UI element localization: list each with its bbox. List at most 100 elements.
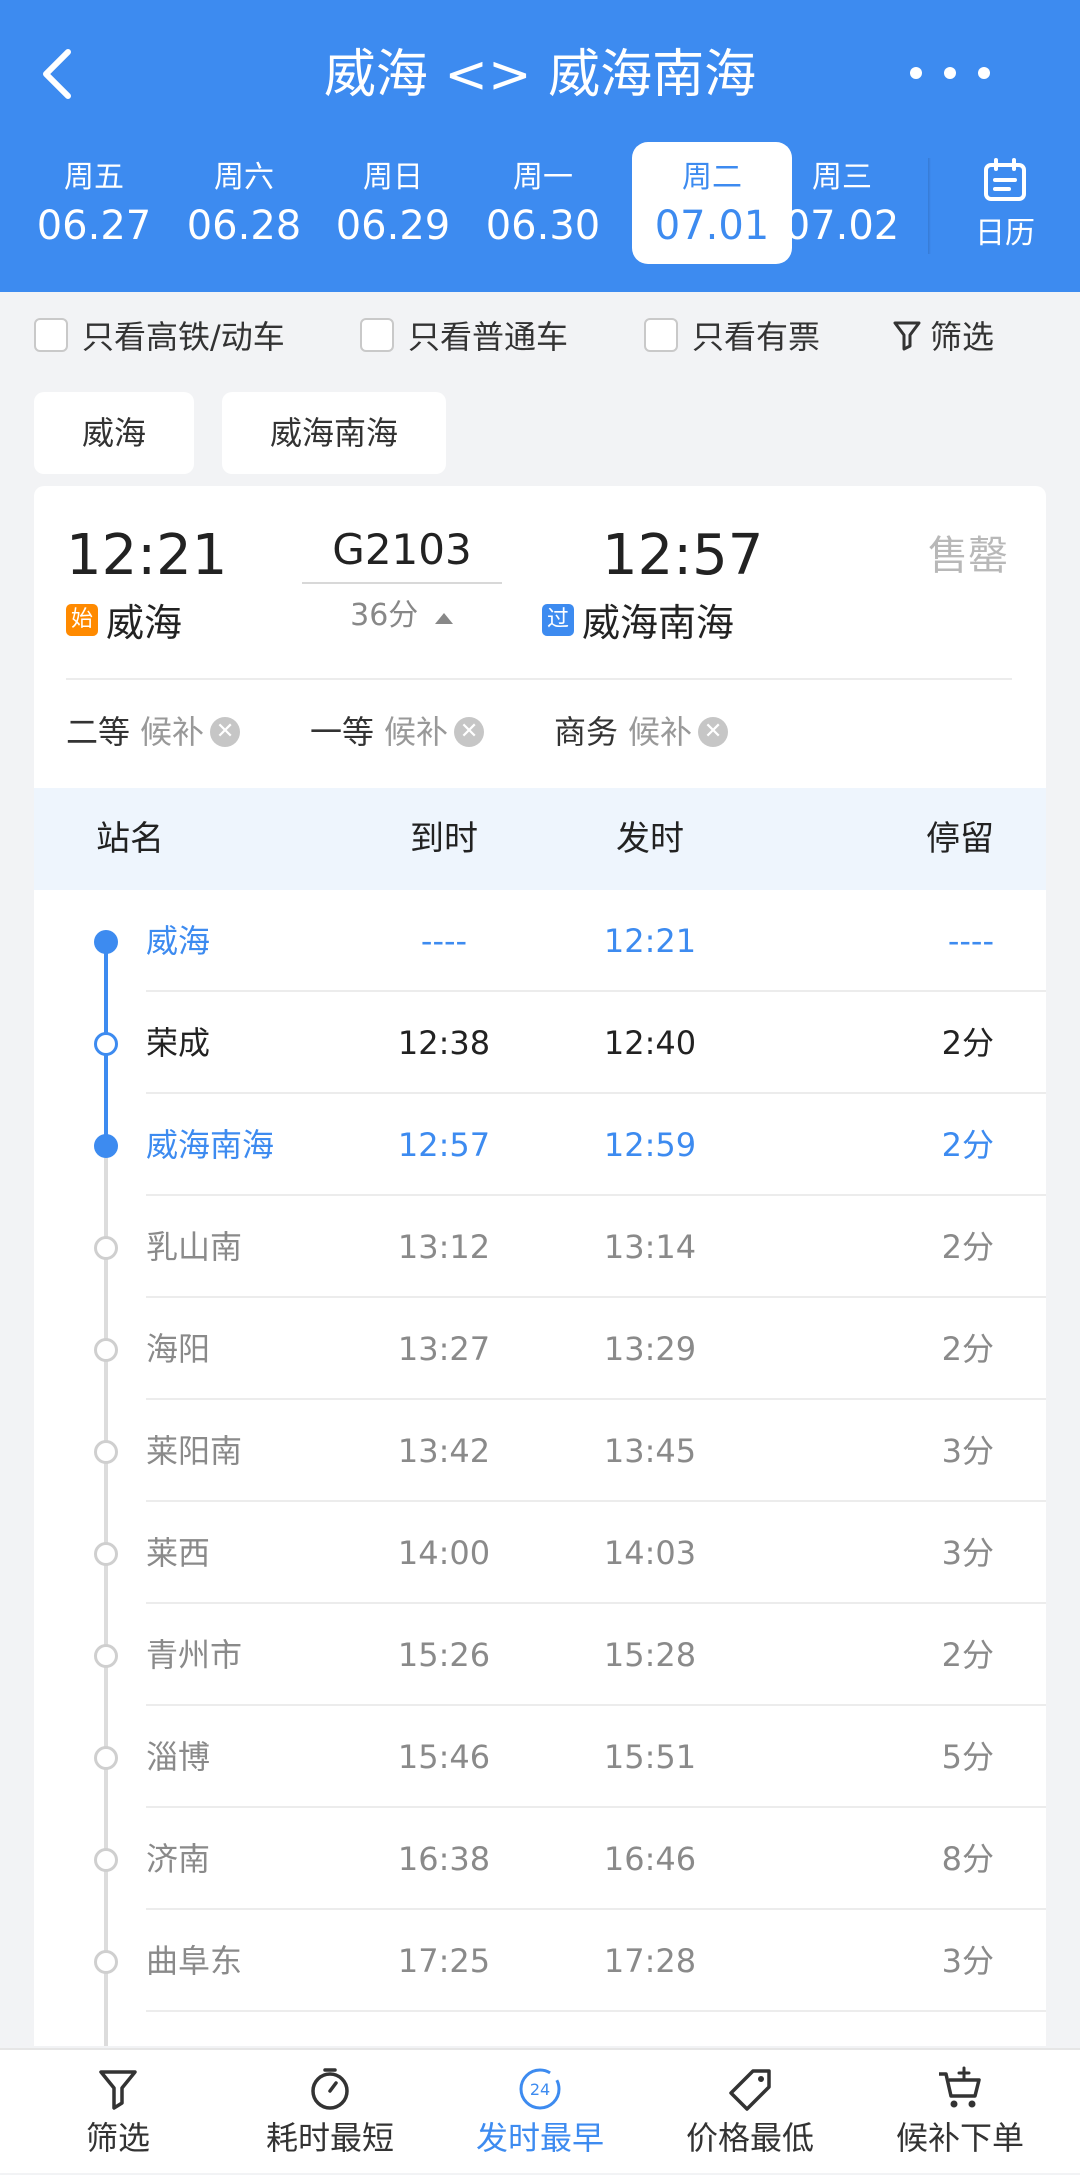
- date-tab[interactable]: 周一 06.30: [463, 142, 623, 264]
- stops-table-header: 站名 到时 发时 停留: [34, 788, 1046, 890]
- top-bar: 威海 <> 威海南海 周五 06.27 周六 06.28 周日 06.29 周一…: [0, 0, 1080, 292]
- departure-time: 12:21: [66, 523, 228, 588]
- filter-button[interactable]: 筛选: [892, 314, 994, 356]
- date-value: 06.27: [36, 203, 152, 249]
- stop-station: 海阳: [146, 1330, 211, 1368]
- stop-station: 乳山南: [146, 1228, 243, 1266]
- pass-tag: 过: [542, 603, 574, 636]
- stop-stay: 8分: [941, 1840, 994, 1878]
- tab-label: 发时最早: [475, 2119, 604, 2157]
- stop-row: 乳山南 13:12 13:14 2分: [34, 1196, 1046, 1298]
- calendar-divider: [928, 158, 931, 254]
- stop-row: 淄博 15:46 15:51 5分: [34, 1706, 1046, 1808]
- station-chip-destination[interactable]: 威海南海: [222, 392, 446, 474]
- filter-button-label: 筛选: [930, 318, 995, 356]
- stop-stay: 3分: [941, 1942, 994, 1980]
- train-number: G2103: [332, 525, 472, 574]
- tab-label: 价格最低: [685, 2119, 814, 2157]
- station-chip-origin[interactable]: 威海: [34, 392, 194, 474]
- filter-label: 只看普通车: [408, 318, 569, 356]
- stop-station: 淄博: [146, 1738, 211, 1776]
- checkbox[interactable]: [360, 318, 394, 352]
- train-divider: [302, 582, 502, 584]
- stop-stay: 5分: [941, 1738, 994, 1776]
- stop-row: 莱阳南 13:42 13:45 3分: [34, 1400, 1046, 1502]
- filter-high-speed[interactable]: 只看高铁/动车: [34, 314, 285, 356]
- tab-filter[interactable]: 筛选: [10, 2050, 226, 2175]
- date-weekday: 周六: [214, 160, 274, 195]
- seat-class-business[interactable]: 商务 候补 ✕: [554, 710, 729, 754]
- tab-label: 筛选: [85, 2119, 150, 2157]
- stop-dot: [94, 1644, 118, 1668]
- stop-station: 莱西: [146, 1534, 211, 1572]
- calendar-label: 日历: [975, 216, 1035, 251]
- divider: [66, 678, 1012, 680]
- stop-dot: [94, 1440, 118, 1464]
- stop-row: 威海 ---- 12:21 ----: [34, 890, 1046, 992]
- train-card[interactable]: 12:21 始 威海 G2103 36分 12:57 过 威海南海 售罄 二等 …: [34, 486, 1046, 2046]
- stop-station: 曲阜东: [146, 1942, 243, 1980]
- stop-station: 威海南海: [146, 1126, 275, 1164]
- more-dot-icon: [944, 67, 956, 79]
- filter-row: 只看高铁/动车 只看普通车 只看有票 筛选: [0, 292, 1080, 378]
- stop-dot: [94, 1134, 118, 1158]
- date-weekday: 周五: [64, 160, 124, 195]
- date-weekday: 周一: [513, 160, 573, 195]
- date-value: 06.29: [335, 203, 451, 249]
- stop-stay: 2分: [941, 1024, 994, 1062]
- arrival-station: 过 威海南海: [542, 592, 734, 647]
- stop-stay: 2分: [941, 1126, 994, 1164]
- seat-status: 候补: [384, 713, 449, 751]
- seat-class-second[interactable]: 二等 候补 ✕: [66, 710, 241, 754]
- stop-stay: 3分: [941, 1432, 994, 1470]
- date-weekday: 周三: [812, 160, 872, 195]
- close-circle-icon: ✕: [698, 717, 729, 747]
- departure-station-name: 威海: [106, 601, 183, 645]
- stop-stay: 2分: [941, 1636, 994, 1674]
- checkbox[interactable]: [34, 318, 68, 352]
- row-divider: [146, 2010, 1046, 2012]
- checkbox[interactable]: [644, 318, 678, 352]
- stop-dot: [94, 1746, 118, 1770]
- filter-available[interactable]: 只看有票: [644, 314, 820, 356]
- tab-waitlist-order[interactable]: 候补下单: [852, 2050, 1068, 2175]
- stop-row: 莱西 14:00 14:03 3分: [34, 1502, 1046, 1604]
- clock-24-icon: 24: [519, 2068, 561, 2110]
- sold-out-status: 售罄: [928, 533, 1008, 579]
- date-tab[interactable]: 周五 06.27: [14, 142, 174, 264]
- stop-stay: ----: [947, 922, 994, 960]
- calendar-button[interactable]: 日历: [950, 152, 1060, 264]
- stop-dot: [94, 1236, 118, 1260]
- arrival-station-name: 威海南海: [582, 601, 735, 645]
- seat-class-first[interactable]: 一等 候补 ✕: [310, 710, 485, 754]
- seat-status: 候补: [140, 713, 205, 751]
- header-station: 站名: [96, 819, 164, 859]
- date-tab[interactable]: 周日 06.29: [313, 142, 473, 264]
- stop-station: 青州市: [146, 1636, 243, 1674]
- more-button[interactable]: [910, 58, 990, 88]
- stop-station: 威海: [146, 922, 211, 960]
- tab-lowest-price[interactable]: 价格最低: [642, 2050, 858, 2175]
- cart-plus-icon: [939, 2066, 981, 2108]
- tab-earliest[interactable]: 24 发时最早: [432, 2050, 648, 2175]
- date-tab[interactable]: 周三 07.02: [762, 142, 922, 264]
- date-value: 06.28: [186, 203, 302, 249]
- stop-station: 莱阳南: [146, 1432, 243, 1470]
- timer-icon: [311, 2068, 349, 2110]
- date-tab[interactable]: 周六 06.28: [164, 142, 324, 264]
- filter-normal-train[interactable]: 只看普通车: [360, 314, 568, 356]
- svg-text:24: 24: [530, 2080, 550, 2099]
- departure-station: 始 威海: [66, 592, 182, 647]
- stop-row: 海阳 13:27 13:29 2分: [34, 1298, 1046, 1400]
- duration-toggle[interactable]: 36分: [302, 594, 502, 638]
- date-weekday: 周日: [363, 160, 423, 195]
- stop-row: 济南 16:38 16:46 8分: [34, 1808, 1046, 1910]
- tab-shortest[interactable]: 耗时最短: [222, 2050, 438, 2175]
- duration-value: 36分: [350, 598, 419, 633]
- date-strip: 周五 06.27 周六 06.28 周日 06.29 周一 06.30 周二 0…: [0, 142, 930, 264]
- start-tag: 始: [66, 603, 98, 636]
- close-circle-icon: ✕: [454, 717, 485, 747]
- seat-status: 候补: [628, 713, 693, 751]
- stop-row: 威海南海 12:57 12:59 2分: [34, 1094, 1046, 1196]
- stop-stay: 2分: [941, 1330, 994, 1368]
